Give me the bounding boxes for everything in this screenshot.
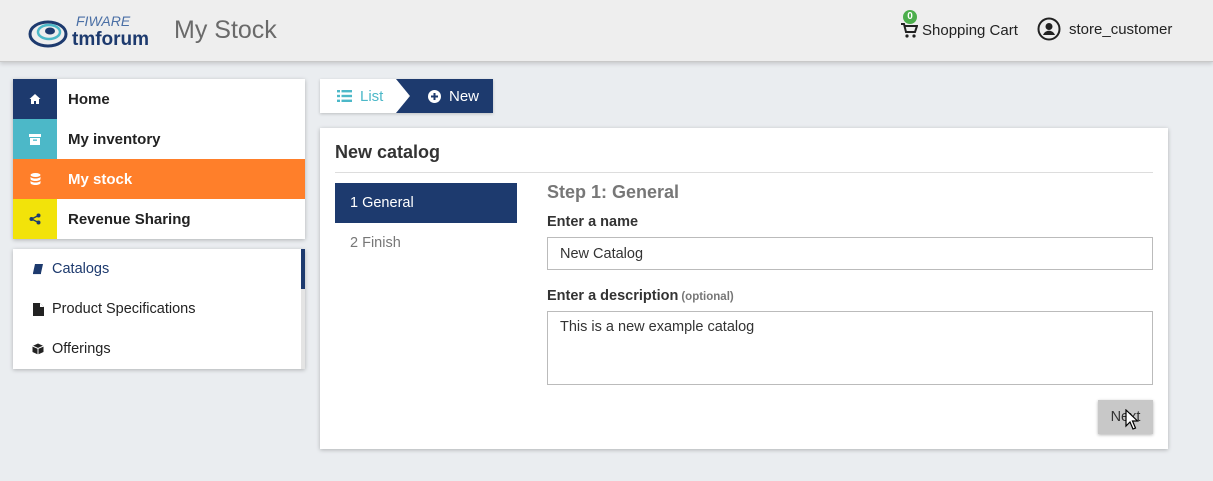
wizard-steps: 1 General 2 Finish: [335, 183, 517, 263]
database-icon: [13, 159, 57, 199]
fiware-tmforum-logo[interactable]: FIWARE tmforum: [28, 10, 168, 52]
sub-menu: Catalogs Product Specifications Offering…: [13, 249, 305, 369]
cart-label: Shopping Cart: [922, 21, 1018, 39]
divider: [335, 172, 1153, 173]
svg-text:tmforum: tmforum: [72, 29, 149, 50]
menu-item-revenue-sharing[interactable]: Revenue Sharing: [13, 199, 305, 239]
new-catalog-panel: New catalog 1 General 2 Finish Step 1: G…: [320, 128, 1168, 449]
archive-icon: [13, 119, 57, 159]
cart-icon: 0: [900, 10, 919, 39]
description-label-text: Enter a description: [547, 288, 679, 304]
user-icon: [1037, 17, 1061, 41]
breadcrumb-list-label: List: [360, 87, 384, 105]
list-icon: [337, 90, 352, 102]
shopping-cart-link[interactable]: 0 Shopping Cart: [900, 10, 1018, 40]
plus-circle-icon: [428, 89, 441, 103]
top-header: FIWARE tmforum My Stock 0 Shopping Cart …: [0, 0, 1213, 62]
svg-text:FIWARE: FIWARE: [76, 13, 131, 29]
breadcrumb: List New: [320, 79, 494, 113]
optional-hint: (optional): [681, 291, 734, 303]
catalog-description-input[interactable]: This is a new example catalog: [547, 311, 1153, 385]
description-label: Enter a description (optional): [547, 288, 734, 304]
menu-item-home[interactable]: Home: [13, 79, 305, 119]
file-icon: [31, 302, 45, 316]
breadcrumb-new-label: New: [449, 87, 480, 105]
cube-icon: [31, 342, 45, 356]
home-icon: [13, 79, 57, 119]
sub-item-label: Offerings: [52, 341, 111, 357]
book-icon: [31, 262, 45, 276]
sub-menu-scroll-thumb[interactable]: [301, 249, 305, 289]
panel-title: New catalog: [335, 142, 441, 162]
menu-item-label: Revenue Sharing: [68, 210, 191, 228]
breadcrumb-new[interactable]: New: [395, 79, 494, 113]
main-menu: Home My inventory My stock Revenue Shari…: [13, 79, 305, 239]
sub-item-label: Catalogs: [52, 261, 110, 277]
menu-item-label: Home: [68, 90, 110, 108]
menu-item-my-stock[interactable]: My stock: [13, 159, 305, 199]
step-finish[interactable]: 2 Finish: [335, 223, 517, 263]
catalog-name-input[interactable]: [547, 237, 1153, 270]
menu-item-label: My inventory: [68, 130, 161, 148]
sub-item-product-specifications[interactable]: Product Specifications: [13, 289, 305, 329]
menu-item-my-inventory[interactable]: My inventory: [13, 119, 305, 159]
sub-item-label: Product Specifications: [52, 301, 196, 317]
cart-count-badge: 0: [903, 10, 917, 24]
name-label: Enter a name: [547, 214, 639, 230]
app-title: My Stock: [174, 16, 277, 44]
sub-item-offerings[interactable]: Offerings: [13, 329, 305, 369]
share-icon: [13, 199, 57, 239]
user-name: store_customer: [1069, 20, 1173, 38]
step-general[interactable]: 1 General: [335, 183, 517, 223]
sub-menu-scrollbar[interactable]: [301, 249, 305, 369]
sub-item-catalogs[interactable]: Catalogs: [13, 249, 305, 289]
step-heading: Step 1: General: [547, 182, 680, 202]
user-menu[interactable]: store_customer: [1037, 17, 1172, 41]
next-button[interactable]: Next: [1098, 400, 1153, 434]
menu-item-label: My stock: [68, 170, 133, 188]
